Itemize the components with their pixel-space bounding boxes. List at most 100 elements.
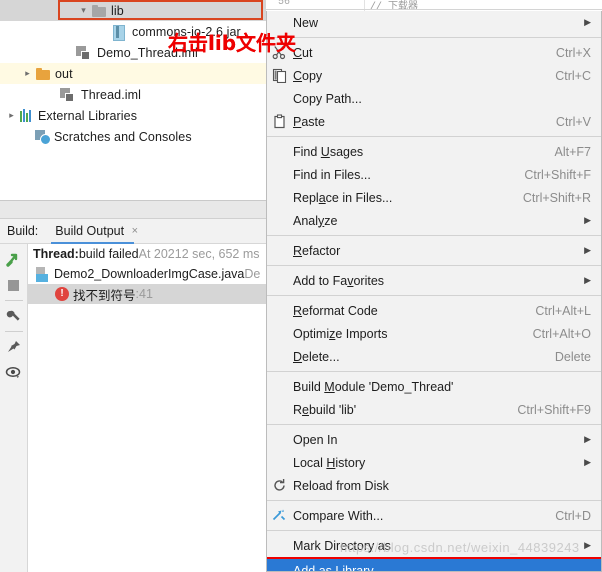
menu-item-reformat-code[interactable]: Reformat Code Ctrl+Alt+L bbox=[267, 299, 601, 322]
menu-item-label: Add as Library... bbox=[293, 563, 384, 572]
build-row-muted: :41 bbox=[135, 287, 153, 301]
menu-item-cut[interactable]: Cut Ctrl+X bbox=[267, 41, 601, 64]
scratches-icon bbox=[35, 129, 51, 145]
menu-item-new[interactable]: New ▶ bbox=[267, 11, 601, 34]
menu-item-optimize-imports[interactable]: Optimize Imports Ctrl+Alt+O bbox=[267, 322, 601, 345]
menu-item-label: Open In bbox=[293, 432, 338, 447]
error-icon bbox=[55, 286, 69, 301]
menu-item-copy[interactable]: Copy Ctrl+C bbox=[267, 64, 601, 87]
editor-line-number: 56 bbox=[278, 0, 291, 8]
module-icon bbox=[59, 87, 74, 102]
menu-item-rebuild-lib[interactable]: Rebuild 'lib' Ctrl+Shift+F9 bbox=[267, 398, 601, 421]
menu-item-analyze[interactable]: Analyze ▶ bbox=[267, 209, 601, 232]
menu-item-open-in[interactable]: Open In ▶ bbox=[267, 428, 601, 451]
build-output-content[interactable]: Thread: build failed At 20212 sec, 652 m… bbox=[28, 244, 266, 572]
context-menu[interactable]: New ▶ Cut Ctrl+X Copy Ctrl+C Copy Path... Paste… bbox=[266, 11, 602, 572]
tree-row-label: Thread.iml bbox=[81, 87, 142, 102]
pin-icon[interactable] bbox=[2, 334, 26, 360]
menu-item-label: Find Usages bbox=[293, 144, 364, 159]
tree-row-label: out bbox=[55, 66, 73, 81]
menu-item-find-in-files[interactable]: Find in Files... Ctrl+Shift+F bbox=[267, 163, 601, 186]
menu-item-shortcut: Ctrl+D bbox=[555, 508, 591, 523]
build-row-muted: At 20212 sec, 652 ms bbox=[138, 247, 260, 261]
build-output-row[interactable]: 找不到符号 :41 bbox=[28, 284, 266, 304]
tree-row[interactable]: Scratches and Consoles bbox=[0, 126, 266, 147]
compare-icon bbox=[272, 508, 288, 524]
build-row-text: Demo2_DownloaderImgCase.java bbox=[54, 267, 245, 281]
divider bbox=[4, 331, 23, 332]
menu-item-refactor[interactable]: Refactor ▶ bbox=[267, 239, 601, 262]
menu-item-shortcut: Delete bbox=[554, 349, 591, 364]
menu-item-label: Find in Files... bbox=[293, 167, 371, 182]
menu-item-delete[interactable]: Delete... Delete bbox=[267, 345, 601, 368]
editor-bottom-border bbox=[266, 9, 602, 10]
menu-item-replace-in-files[interactable]: Replace in Files... Ctrl+Shift+R bbox=[267, 186, 601, 209]
menu-item-label: Analyze bbox=[293, 213, 338, 228]
jar-icon bbox=[111, 24, 125, 41]
tree-row[interactable]: ▸ out bbox=[0, 63, 266, 84]
editor-sliver: 56 // 下载器 bbox=[266, 0, 602, 11]
menu-separator bbox=[267, 235, 601, 236]
tree-row-label: External Libraries bbox=[38, 108, 138, 123]
folder-gray-icon bbox=[91, 3, 107, 19]
chevron-right-icon[interactable]: ▸ bbox=[4, 110, 19, 121]
menu-item-copy-path[interactable]: Copy Path... bbox=[267, 87, 601, 110]
divider bbox=[4, 300, 23, 301]
build-tab-bar[interactable]: Build: Build Output × bbox=[0, 219, 266, 244]
build-output-row[interactable]: Demo2_DownloaderImgCase.java De bbox=[28, 264, 266, 284]
menu-item-label: Copy bbox=[293, 68, 323, 83]
menu-item-mark-directory-as[interactable]: Mark Directory as ▶ bbox=[267, 534, 601, 557]
tree-row[interactable]: Thread.iml bbox=[0, 84, 266, 105]
module-icon bbox=[75, 45, 90, 60]
menu-item-reload-from-disk[interactable]: Reload from Disk bbox=[267, 474, 601, 497]
menu-item-local-history[interactable]: Local History ▶ bbox=[267, 451, 601, 474]
chevron-right-icon[interactable]: ▸ bbox=[20, 68, 35, 79]
menu-item-label: Reformat Code bbox=[293, 303, 378, 318]
menu-separator bbox=[267, 37, 601, 38]
paste-icon bbox=[272, 113, 288, 130]
menu-item-shortcut: Ctrl+Shift+R bbox=[522, 190, 591, 205]
tab-build-output-label: Build Output bbox=[55, 224, 125, 238]
java-file-icon bbox=[35, 266, 50, 282]
tree-row-label: Scratches and Consoles bbox=[54, 129, 192, 144]
menu-item-find-usages[interactable]: Find Usages Alt+F7 bbox=[267, 140, 601, 163]
folder-orange-icon bbox=[35, 66, 51, 82]
submenu-arrow-icon: ▶ bbox=[584, 540, 591, 550]
menu-item-label: Copy Path... bbox=[293, 91, 362, 106]
menu-item-paste[interactable]: Paste Ctrl+V bbox=[267, 110, 601, 133]
menu-item-add-as-library[interactable]: Add as Library... bbox=[267, 559, 601, 572]
tree-row[interactable]: ▸ External Libraries bbox=[0, 105, 266, 126]
menu-item-label: Local History bbox=[293, 455, 366, 470]
tab-build-output[interactable]: Build Output × bbox=[51, 219, 140, 244]
rerun-icon[interactable] bbox=[2, 246, 26, 272]
menu-item-build-module-demo-thread[interactable]: Build Module 'Demo_Thread' bbox=[267, 375, 601, 398]
menu-item-add-to-favorites[interactable]: Add to Favorites ▶ bbox=[267, 269, 601, 292]
chevron-down-icon[interactable]: ▾ bbox=[76, 5, 91, 16]
menu-item-label: Paste bbox=[293, 114, 325, 129]
settings-icon[interactable] bbox=[2, 303, 26, 329]
submenu-arrow-icon: ▶ bbox=[584, 245, 591, 255]
menu-item-shortcut: Ctrl+Alt+L bbox=[535, 303, 591, 318]
stop-icon[interactable] bbox=[2, 272, 26, 298]
build-gutter-toolbar[interactable] bbox=[0, 244, 28, 572]
menu-item-shortcut: Ctrl+Shift+F bbox=[524, 167, 591, 182]
tree-row-label: lib bbox=[111, 3, 124, 18]
menu-item-shortcut: Ctrl+V bbox=[555, 114, 591, 129]
submenu-arrow-icon: ▶ bbox=[584, 215, 591, 225]
menu-item-label: New bbox=[293, 15, 319, 30]
menu-item-label: Optimize Imports bbox=[293, 326, 388, 341]
panel-divider bbox=[0, 201, 266, 219]
build-output-row[interactable]: Thread: build failed At 20212 sec, 652 m… bbox=[28, 244, 266, 264]
submenu-arrow-icon: ▶ bbox=[584, 17, 591, 27]
menu-item-label: Build Module 'Demo_Thread' bbox=[293, 379, 454, 394]
eye-icon[interactable] bbox=[2, 360, 26, 386]
build-row-muted: De bbox=[244, 267, 261, 281]
ide-screenshot: ▾ lib commons-io-2.6.jar Demo_Thread.iml ▸ ou… bbox=[0, 0, 602, 572]
menu-item-compare-with[interactable]: Compare With... Ctrl+D bbox=[267, 504, 601, 527]
close-icon[interactable]: × bbox=[132, 225, 138, 237]
menu-separator bbox=[267, 530, 601, 531]
annotation-text: 右击lib文件夹 bbox=[168, 31, 297, 55]
build-row-bold: Thread: bbox=[33, 247, 79, 261]
tree-row[interactable]: ▾ lib bbox=[0, 0, 266, 21]
library-icon bbox=[19, 108, 34, 123]
